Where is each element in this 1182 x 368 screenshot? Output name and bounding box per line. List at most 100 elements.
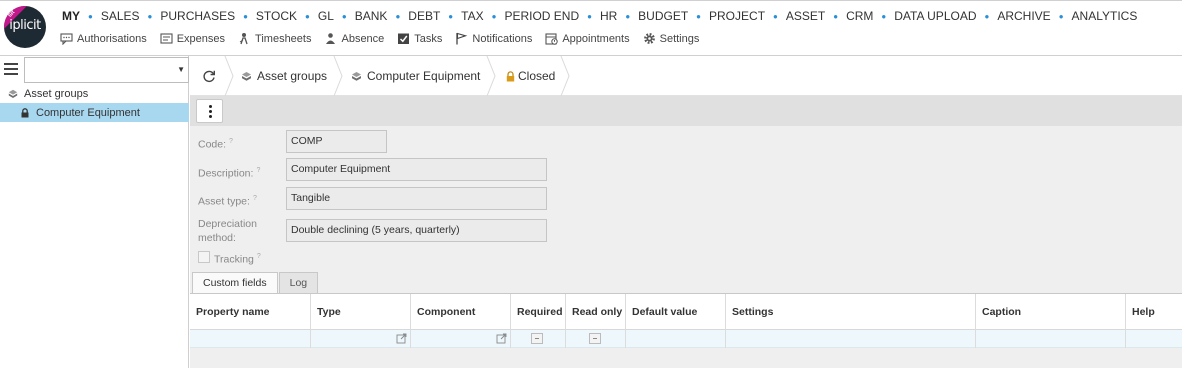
cell-default-value[interactable] — [626, 330, 726, 348]
depreciation-method-label: Depreciation method: — [198, 218, 257, 244]
subnav-label: Tasks — [414, 32, 443, 45]
nav-separator-dot: ● — [147, 11, 153, 21]
timesheet-icon — [239, 33, 248, 45]
subnav-label: Authorisations — [77, 32, 147, 45]
nav-separator-dot: ● — [696, 11, 702, 21]
nav-project[interactable]: PROJECT — [709, 9, 765, 23]
logo-text: iplicit — [9, 18, 41, 33]
open-lookup-icon[interactable] — [496, 333, 507, 344]
code-label: Code:? — [198, 138, 233, 151]
subnav-notifications[interactable]: Notifications — [455, 32, 532, 45]
nav-sales[interactable]: SALES — [101, 9, 140, 23]
column-default-value[interactable]: Default value — [626, 294, 726, 330]
nav-budget[interactable]: BUDGET — [638, 9, 688, 23]
main-navigation: MY ● SALES ● PURCHASES ● STOCK ● GL ● BA… — [62, 9, 1137, 23]
refresh-icon[interactable] — [202, 69, 216, 83]
column-property-name[interactable]: Property name — [190, 294, 311, 330]
subnav-authorisations[interactable]: Authorisations — [60, 32, 147, 45]
column-component[interactable]: Component — [411, 294, 511, 330]
left-sidebar: ▼ Asset groups Computer Equipment — [0, 56, 189, 368]
tab-log[interactable]: Log — [278, 272, 319, 294]
subnav-appointments[interactable]: Appointments — [545, 32, 630, 45]
asset-group-icon — [242, 71, 251, 81]
breadcrumb-toolbar: Asset groups Computer Equipment Closed — [190, 56, 1182, 96]
cell-type[interactable] — [311, 330, 411, 348]
column-settings[interactable]: Settings — [726, 294, 976, 330]
breadcrumb-computer-equipment[interactable]: Computer Equipment — [351, 56, 480, 96]
cell-property-name[interactable] — [190, 330, 311, 348]
status-closed: Closed — [505, 56, 555, 96]
read-only-checkbox[interactable] — [589, 333, 601, 344]
detail-tabs: Custom fields Log — [192, 272, 319, 295]
breadcrumb-divider — [486, 56, 496, 96]
nav-period-end[interactable]: PERIOD END — [504, 9, 579, 23]
column-required[interactable]: Required — [511, 294, 566, 330]
nav-purchases[interactable]: PURCHASES — [160, 9, 235, 23]
cell-settings[interactable] — [726, 330, 976, 348]
nav-separator-dot: ● — [833, 11, 839, 21]
grid-header: Property name Type Component Required Re… — [190, 294, 1182, 330]
status-label: Closed — [518, 69, 556, 83]
open-lookup-icon[interactable] — [396, 333, 407, 344]
depreciation-method-field[interactable]: Double declining (5 years, quarterly) — [286, 219, 547, 242]
description-field[interactable]: Computer Equipment — [286, 158, 547, 181]
company-logo[interactable]: sit iplicit — [4, 6, 46, 48]
subnav-settings[interactable]: Settings — [643, 32, 700, 45]
breadcrumb-asset-groups[interactable]: Asset groups — [241, 56, 327, 96]
code-field[interactable]: COMP — [286, 130, 387, 153]
sidebar-filter-select[interactable]: ▼ — [24, 57, 189, 83]
more-actions-icon[interactable] — [196, 99, 223, 123]
subnav-label: Appointments — [562, 32, 630, 45]
nav-separator-dot: ● — [243, 11, 248, 21]
asset-group-icon — [352, 71, 361, 81]
cell-required[interactable] — [511, 330, 566, 348]
nav-gl[interactable]: GL — [318, 9, 334, 23]
nav-analytics[interactable]: ANALYTICS — [1072, 9, 1138, 23]
nav-separator-dot: ● — [587, 11, 592, 21]
column-help[interactable]: Help — [1126, 294, 1182, 330]
lock-icon — [506, 70, 515, 81]
nav-tax[interactable]: TAX — [461, 9, 483, 23]
nav-debt[interactable]: DEBT — [408, 9, 440, 23]
breadcrumb-label: Computer Equipment — [367, 69, 481, 83]
tab-custom-fields[interactable]: Custom fields — [192, 272, 278, 295]
menu-icon[interactable] — [4, 63, 18, 75]
nav-hr[interactable]: HR — [600, 9, 617, 23]
tree-item-computer-equipment[interactable]: Computer Equipment — [0, 103, 189, 122]
nav-data-upload[interactable]: DATA UPLOAD — [894, 9, 976, 23]
asset-type-field[interactable]: Tangible — [286, 187, 547, 210]
required-checkbox[interactable] — [531, 333, 543, 344]
tree-item-label: Asset groups — [24, 87, 89, 100]
nav-archive[interactable]: ARCHIVE — [997, 9, 1050, 23]
nav-separator-dot: ● — [881, 11, 887, 21]
nav-crm[interactable]: CRM — [846, 9, 873, 23]
subnav-absence[interactable]: Absence — [324, 32, 384, 45]
subnav-timesheets[interactable]: Timesheets — [238, 32, 311, 45]
subnav-label: Settings — [659, 32, 700, 45]
breadcrumb-divider — [560, 56, 570, 96]
subnav-expenses[interactable]: Expenses — [160, 32, 225, 45]
tasks-icon — [398, 33, 410, 44]
cell-component[interactable] — [411, 330, 511, 348]
column-read-only[interactable]: Read only — [566, 294, 626, 330]
subnav-label: Absence — [341, 32, 385, 45]
table-row[interactable] — [190, 330, 1182, 348]
nav-stock[interactable]: STOCK — [256, 9, 297, 23]
column-caption[interactable]: Caption — [976, 294, 1126, 330]
cell-help[interactable] — [1126, 330, 1182, 348]
subnav-label: Notifications — [472, 32, 533, 45]
nav-asset[interactable]: ASSET — [786, 9, 825, 23]
subnav-tasks[interactable]: Tasks — [397, 32, 442, 45]
calendar-icon — [545, 33, 559, 45]
dropdown-arrow-icon[interactable]: ▼ — [177, 65, 185, 74]
nav-separator-dot: ● — [395, 11, 401, 21]
nav-separator-dot: ● — [341, 11, 347, 21]
tree-item-asset-groups[interactable]: Asset groups — [0, 85, 189, 102]
cell-caption[interactable] — [976, 330, 1126, 348]
nav-bank[interactable]: BANK — [355, 9, 388, 23]
tracking-checkbox[interactable] — [198, 251, 210, 263]
subnav-label: Timesheets — [255, 32, 312, 45]
column-type[interactable]: Type — [311, 294, 411, 330]
cell-read-only[interactable] — [566, 330, 626, 348]
nav-my[interactable]: MY — [62, 9, 80, 23]
